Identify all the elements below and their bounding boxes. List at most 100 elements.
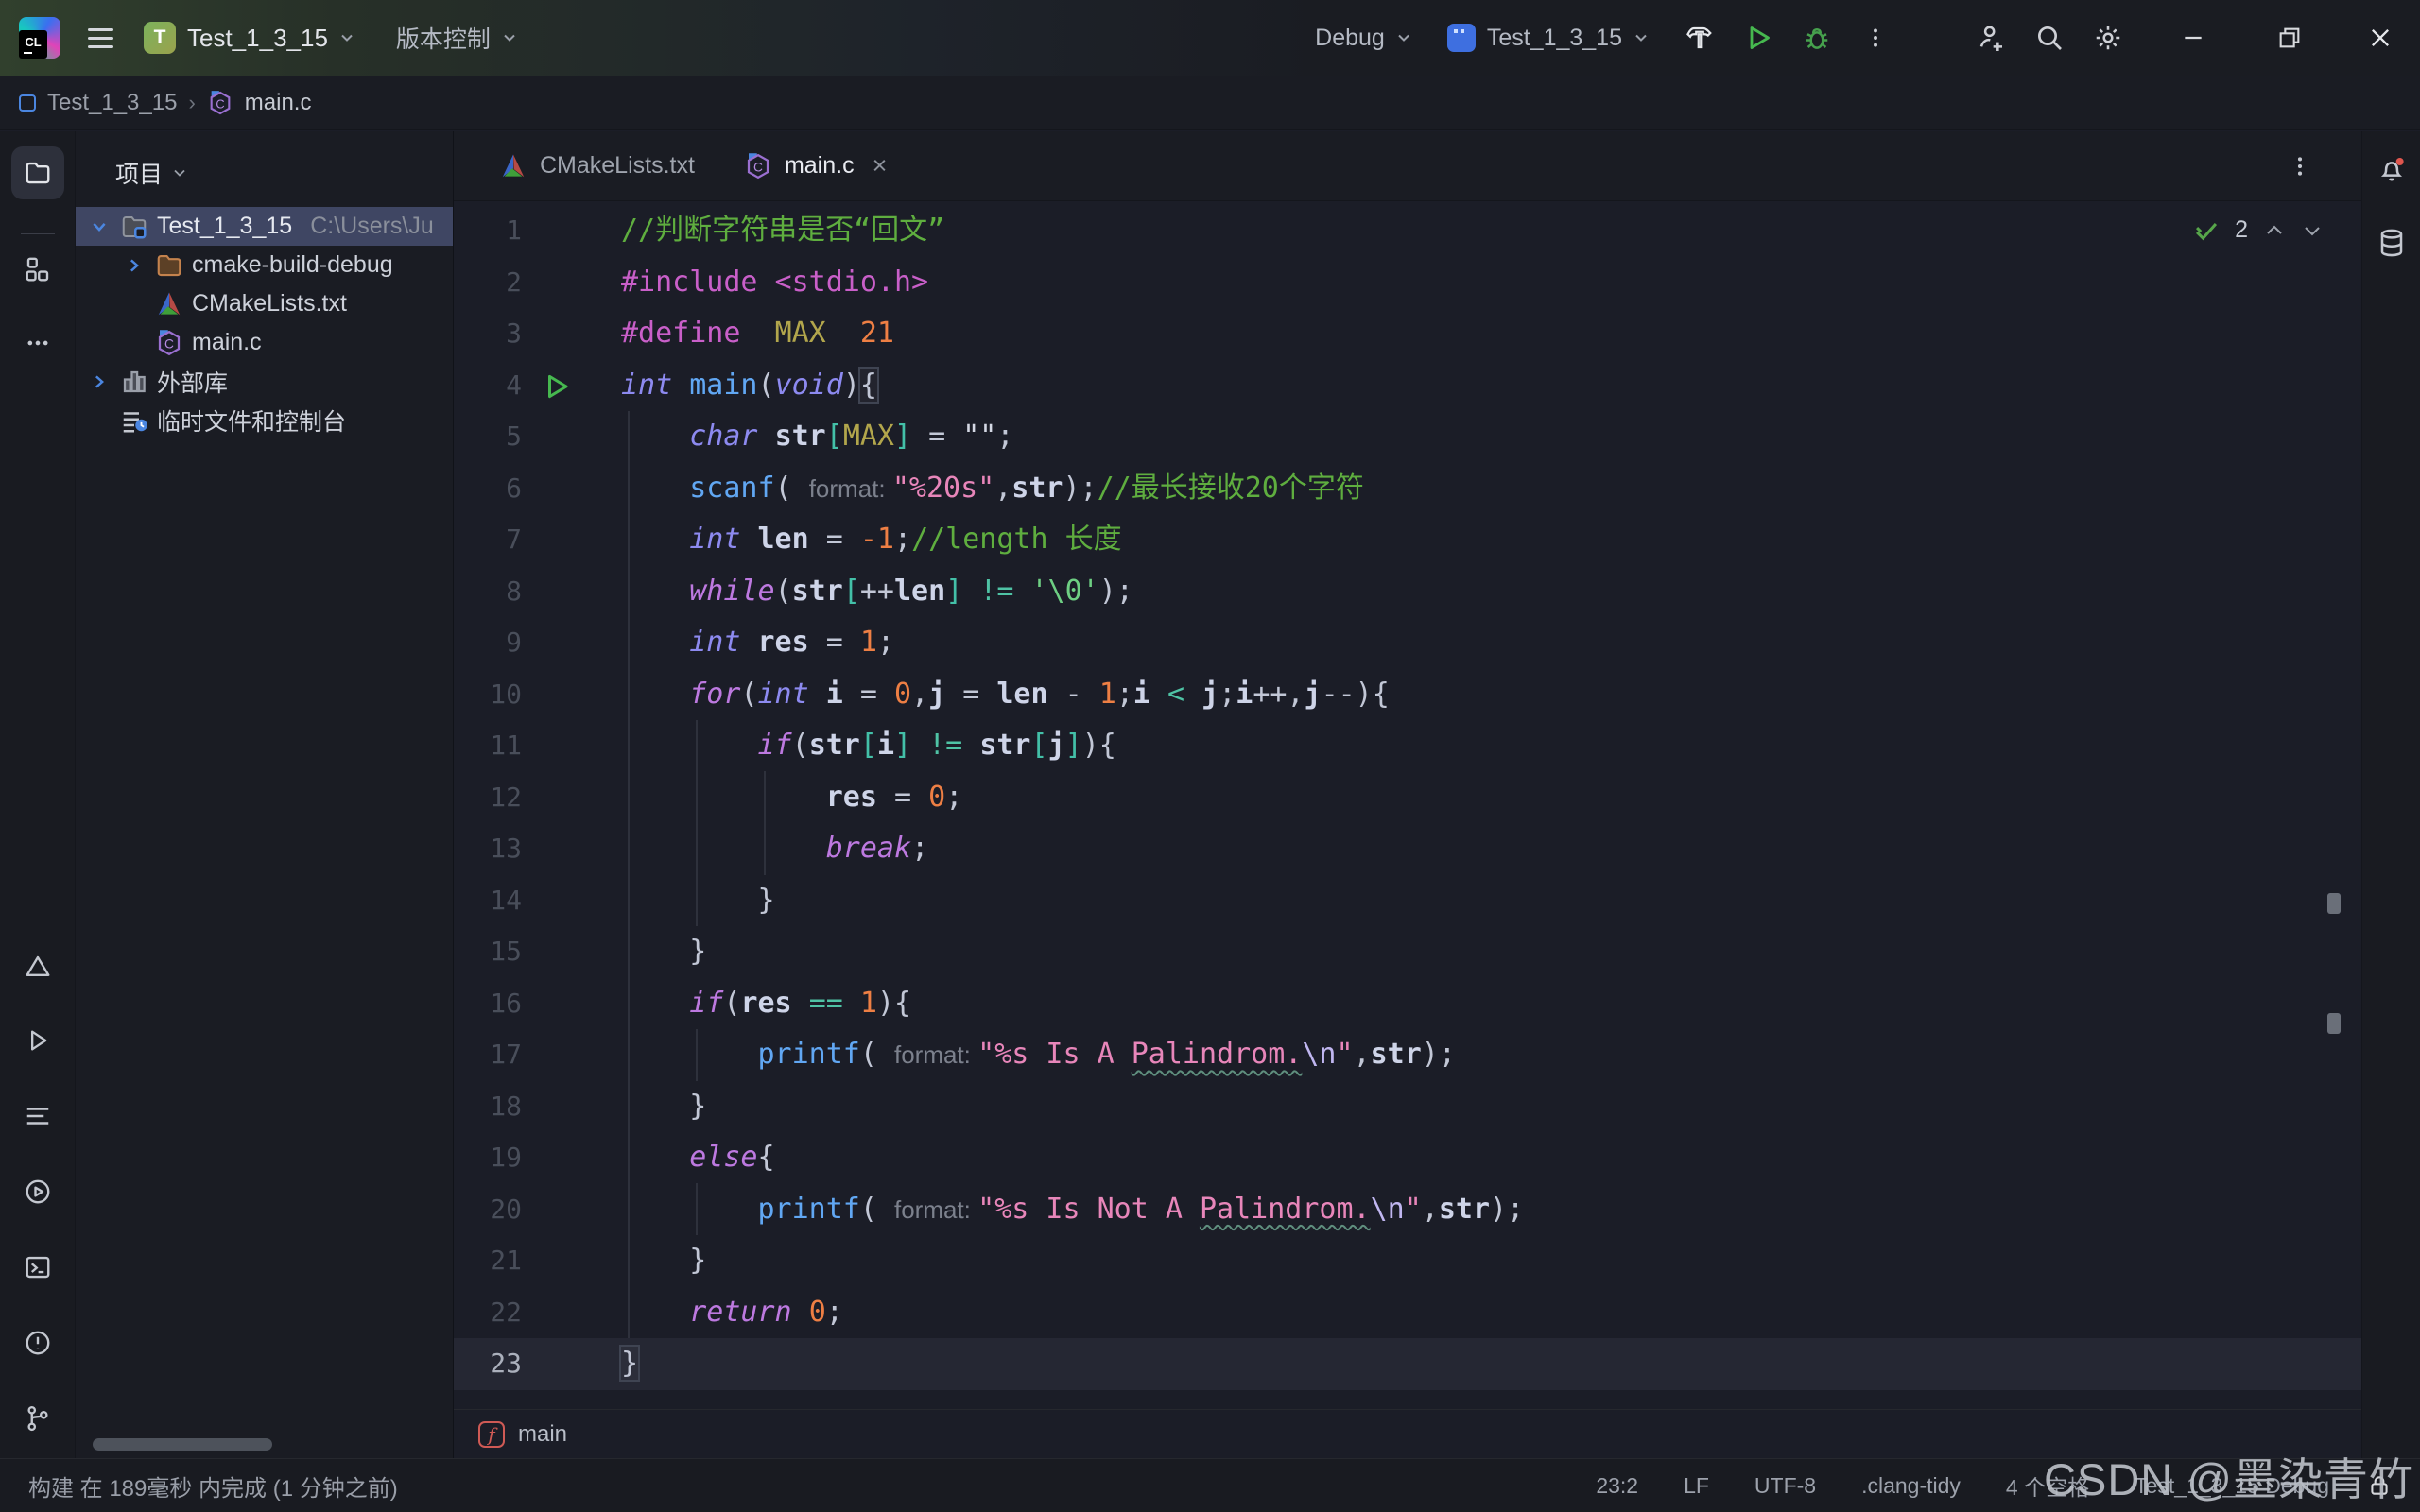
gutter-space xyxy=(522,257,621,309)
chevron-down-icon[interactable] xyxy=(87,217,112,236)
code-line: 21 } xyxy=(454,1235,2361,1287)
tree-item-label: 外部库 xyxy=(157,365,228,399)
chevron-down-icon[interactable] xyxy=(2301,219,2324,242)
code-with-me-button[interactable] xyxy=(1966,13,2015,62)
strip-divider xyxy=(21,233,55,234)
scrollbar-mark[interactable] xyxy=(2327,893,2341,914)
status-item-Test_1_3_15-Debug[interactable]: Test_1_3_15 Debug xyxy=(2135,1473,2329,1499)
play-outline-icon xyxy=(25,1027,51,1054)
c-file-icon: C xyxy=(155,329,183,357)
status-build-message[interactable]: 构建 在 189毫秒 内完成 (1 分钟之前) xyxy=(28,1469,398,1503)
left-tool-strip xyxy=(0,131,76,1458)
tab-options-button[interactable] xyxy=(2288,131,2312,200)
tree-item-label: 临时文件和控制台 xyxy=(157,404,346,438)
database-button[interactable] xyxy=(2377,228,2407,263)
project-folder-icon xyxy=(120,213,148,241)
horizontal-scrollbar[interactable] xyxy=(93,1438,272,1451)
run-mode-label: Debug xyxy=(1315,25,1385,52)
tab-label: main.c xyxy=(785,152,855,180)
code-editor[interactable]: 1//判断字符串是否“回文”2#include <stdio.h>3#defin… xyxy=(454,201,2361,1409)
line-number: 13 xyxy=(454,823,522,875)
pledge-tool-button[interactable] xyxy=(11,940,64,993)
todo-tool-button[interactable] xyxy=(11,1090,64,1143)
inspection-widget[interactable]: 2 xyxy=(2193,216,2324,244)
line-number: 18 xyxy=(454,1081,522,1133)
gutter-space xyxy=(522,205,621,257)
project-panel-title: 项目 xyxy=(115,156,163,190)
scratch-icon xyxy=(120,406,148,435)
line-number: 3 xyxy=(454,308,522,360)
close-button[interactable] xyxy=(2354,11,2407,64)
chevron-down-icon xyxy=(172,165,187,180)
tree-item-main.c[interactable]: Cmain.c xyxy=(76,323,453,362)
tree-item-cmake-build-debug[interactable]: cmake-build-debug xyxy=(76,246,453,284)
code-text: } xyxy=(621,926,2361,978)
terminal-tool-button[interactable] xyxy=(11,1241,64,1294)
line-number: 20 xyxy=(454,1184,522,1236)
code-line: 20 printf( format: "%s Is Not A Palindro… xyxy=(454,1184,2361,1236)
folder-icon xyxy=(24,159,52,187)
breadcrumb: Test_1_3_15 › C main.c xyxy=(0,76,2420,130)
gutter-space xyxy=(522,566,621,618)
minimize-button[interactable] xyxy=(2167,11,2220,64)
notifications-button[interactable] xyxy=(2377,154,2407,189)
vcs-widget[interactable]: 版本控制 xyxy=(387,11,527,64)
code-line: 23} xyxy=(454,1338,2361,1390)
status-item-LF[interactable]: LF xyxy=(1684,1473,1709,1499)
line-number: 6 xyxy=(454,463,522,515)
tab-main.c[interactable]: Cmain.c× xyxy=(719,131,911,200)
settings-button[interactable] xyxy=(2083,13,2133,62)
project-widget[interactable]: T Test_1_3_15 xyxy=(134,11,364,64)
tree-item-CMakeLists.txt[interactable]: CMakeLists.txt xyxy=(76,284,453,323)
right-tool-strip xyxy=(2361,131,2420,1458)
lock-icon[interactable] xyxy=(2367,1473,2392,1498)
build-button[interactable] xyxy=(1675,13,1724,62)
debug-button[interactable] xyxy=(1792,13,1841,62)
code-text: printf( format: "%s Is Not A Palindrom.\… xyxy=(621,1184,2361,1236)
search-everywhere-button[interactable] xyxy=(2025,13,2074,62)
run-config-label: Test_1_3_15 xyxy=(1487,25,1622,52)
run-button[interactable] xyxy=(1734,13,1783,62)
lines-icon xyxy=(24,1102,52,1130)
breadcrumb-file[interactable]: main.c xyxy=(245,90,312,116)
run-mode-selector[interactable]: Debug xyxy=(1305,11,1421,64)
c-file-icon: C xyxy=(207,90,233,116)
chevron-down-icon xyxy=(1396,30,1411,45)
services-tool-button[interactable] xyxy=(11,1165,64,1218)
tree-item-临时文件和控制台[interactable]: 临时文件和控制台 xyxy=(76,401,453,439)
tree-item-label: main.c xyxy=(192,329,262,356)
line-number: 5 xyxy=(454,411,522,463)
git-tool-button[interactable] xyxy=(11,1392,64,1445)
tree-item-Test_1_3_15[interactable]: Test_1_3_15C:\Users\Ju xyxy=(76,207,453,246)
breadcrumb-function[interactable]: main xyxy=(518,1421,567,1448)
scrollbar-mark[interactable] xyxy=(2327,1013,2341,1034)
status-item-4-[interactable]: 4 个空格 xyxy=(2006,1469,2089,1502)
status-item-UTF-8[interactable]: UTF-8 xyxy=(1754,1473,1816,1499)
chevron-right-icon[interactable] xyxy=(122,256,147,275)
chevron-right-icon[interactable] xyxy=(87,372,112,391)
status-item-.clang-tidy[interactable]: .clang-tidy xyxy=(1861,1473,1961,1499)
breadcrumb-project[interactable]: Test_1_3_15 xyxy=(47,90,177,116)
run-line-button[interactable] xyxy=(522,360,621,412)
status-item-23-2[interactable]: 23:2 xyxy=(1596,1473,1638,1499)
code-line: 18 } xyxy=(454,1081,2361,1133)
more-tools-button[interactable] xyxy=(11,317,64,369)
line-number: 19 xyxy=(454,1132,522,1184)
tree-item-外部库[interactable]: 外部库 xyxy=(76,362,453,401)
tab-close-icon[interactable]: × xyxy=(873,151,888,180)
code-text: res = 0; xyxy=(621,772,2361,824)
run-tool-button[interactable] xyxy=(11,1014,64,1067)
run-config-selector[interactable]: Test_1_3_15 xyxy=(1438,11,1658,64)
tab-CMakeLists.txt[interactable]: CMakeLists.txt xyxy=(475,131,719,200)
project-panel-header[interactable]: 项目 xyxy=(76,131,453,207)
restore-button[interactable] xyxy=(2263,11,2316,64)
more-actions-button[interactable] xyxy=(1851,13,1900,62)
line-number: 15 xyxy=(454,926,522,978)
chevron-up-icon[interactable] xyxy=(2263,219,2286,242)
structure-tool-button[interactable] xyxy=(11,243,64,296)
problems-tool-button[interactable] xyxy=(11,1316,64,1369)
tree-item-label: Test_1_3_15 xyxy=(157,213,292,240)
main-menu-button[interactable] xyxy=(76,13,125,62)
line-number: 21 xyxy=(454,1235,522,1287)
project-tool-button[interactable] xyxy=(11,146,64,199)
